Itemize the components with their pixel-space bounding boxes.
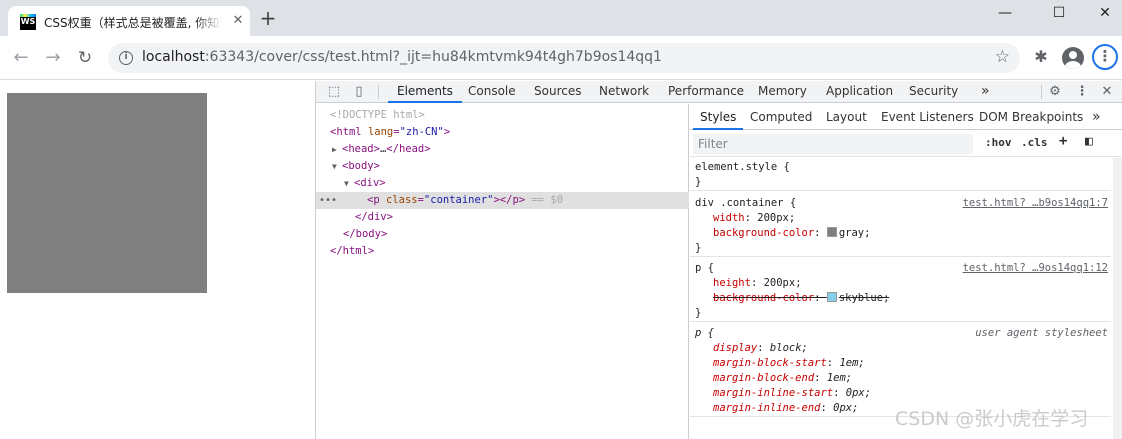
tab-console[interactable]: Console	[468, 81, 516, 103]
url-text[interactable]: localhost:63343/cover/css/test.html?_ijt…	[142, 49, 662, 65]
divider	[378, 85, 379, 99]
device-toolbar-icon[interactable]: ▯	[350, 83, 368, 101]
style-rule-p: p {test.html? …9os14qq1:12 height: 200px…	[690, 261, 1111, 322]
style-property[interactable]: background-color: gray;	[690, 226, 1111, 241]
expand-triangle-icon[interactable]: ▶	[332, 141, 342, 158]
style-rule-div-container: div .container {test.html? …b9os14qq1:7 …	[690, 196, 1111, 257]
tab-strip: WS CSS权重（样式总是被覆盖, 你知道吗） ✕ + — ☐ ✕	[0, 0, 1122, 36]
window-close-button[interactable]: ✕	[1082, 0, 1122, 28]
bookmark-star-icon[interactable]: ☆	[995, 47, 1010, 67]
browser-toolbar: ← → ↻ i localhost:63343/cover/css/test.h…	[0, 36, 1122, 80]
tab-memory[interactable]: Memory	[758, 81, 807, 103]
hover-state-toggle[interactable]: :hov	[985, 136, 1012, 149]
rule-selector[interactable]: p {test.html? …9os14qq1:12	[690, 261, 1111, 276]
style-property-overridden[interactable]: background-color: skyblue;	[690, 291, 1111, 306]
styles-pane: Styles Computed Layout Event Listeners D…	[690, 104, 1122, 439]
rule-selector[interactable]: div .container {test.html? …b9os14qq1:7	[690, 196, 1111, 211]
rule-selector[interactable]: element.style {	[690, 160, 1111, 175]
more-subtabs-chevron-icon[interactable]: »	[1092, 104, 1101, 130]
address-bar[interactable]: i localhost:63343/cover/css/test.html?_i…	[108, 43, 1020, 73]
collapse-triangle-icon[interactable]: ▼	[332, 158, 342, 175]
settings-gear-icon[interactable]: ⚙	[1046, 83, 1064, 101]
tab-network[interactable]: Network	[599, 81, 649, 103]
site-info-icon[interactable]: i	[119, 51, 133, 65]
extensions-puzzle-icon[interactable]: ✱	[1031, 47, 1051, 67]
profile-avatar[interactable]	[1062, 47, 1084, 69]
devtools-tab-bar: ⬚ ▯ Elements Console Sources Network Per…	[316, 81, 1122, 103]
styles-filter-row: :hov .cls + ◧	[690, 131, 1122, 157]
forward-button[interactable]: →	[41, 46, 65, 70]
dom-html-close[interactable]: </html>	[316, 243, 689, 260]
styles-scrollbar[interactable]	[1113, 158, 1122, 439]
inspect-element-icon[interactable]: ⬚	[325, 83, 343, 101]
divider	[1041, 85, 1042, 99]
element-style-rule: element.style { }	[690, 160, 1111, 191]
url-host: localhost	[142, 49, 205, 65]
rule-source-link[interactable]: test.html? …b9os14qq1:7	[963, 196, 1108, 211]
style-property[interactable]: width: 200px;	[690, 211, 1111, 226]
tab-elements[interactable]: Elements	[388, 81, 462, 103]
browser-tab[interactable]: WS CSS权重（样式总是被覆盖, 你知道吗） ✕	[8, 6, 250, 36]
container-paragraph-box	[7, 93, 207, 293]
tab-close-icon[interactable]: ✕	[230, 13, 246, 29]
devtools-close-icon[interactable]: ✕	[1098, 83, 1116, 101]
csdn-watermark: CSDN @张小虎在学习	[895, 408, 1089, 430]
row-actions-dots[interactable]: •••	[319, 192, 337, 209]
webstorm-favicon-icon: WS	[20, 14, 36, 30]
style-property[interactable]: margin-inline-start: 0px;	[690, 386, 1111, 401]
dom-p-container-selected[interactable]: ••• <p class="container"></p> == $0	[316, 192, 689, 209]
dom-doctype[interactable]: <!DOCTYPE html>	[316, 107, 689, 124]
url-path: :63343/cover/css/test.html?_ijt=hu84kmtv…	[204, 49, 662, 65]
subtab-layout[interactable]: Layout	[826, 104, 867, 130]
devtools-menu-icon[interactable]: ⋮	[1073, 83, 1091, 101]
subtab-computed[interactable]: Computed	[750, 104, 812, 130]
rule-selector[interactable]: p {user agent stylesheet	[690, 326, 1111, 341]
subtab-styles[interactable]: Styles	[693, 104, 744, 130]
devtools-panel: ⬚ ▯ Elements Console Sources Network Per…	[315, 81, 1122, 439]
style-property[interactable]: margin-block-start: 1em;	[690, 356, 1111, 371]
back-button[interactable]: ←	[9, 46, 33, 70]
browser-menu-button[interactable]: ⋮	[1092, 44, 1118, 70]
reload-button[interactable]: ↻	[73, 46, 97, 70]
styles-subtab-bar: Styles Computed Layout Event Listeners D…	[690, 104, 1122, 130]
style-property[interactable]: display: block;	[690, 341, 1111, 356]
rule-close: }	[695, 176, 702, 188]
color-swatch[interactable]	[826, 292, 837, 302]
page-viewport	[0, 81, 315, 439]
subtab-dom-breakpoints[interactable]: DOM Breakpoints	[979, 104, 1083, 130]
tab-security[interactable]: Security	[909, 81, 958, 103]
dom-html-open[interactable]: <html lang="zh-CN">	[316, 124, 689, 141]
user-agent-stylesheet-label: user agent stylesheet	[975, 327, 1108, 339]
elements-tree: <!DOCTYPE html> <html lang="zh-CN"> ▶ <he…	[316, 104, 689, 439]
dom-div-close[interactable]: </div>	[316, 209, 689, 226]
rule-source-link[interactable]: test.html? …9os14qq1:12	[963, 261, 1108, 276]
new-style-rule-button[interactable]: +	[1059, 133, 1067, 149]
rule-close: }	[695, 242, 702, 254]
style-property[interactable]: margin-block-end: 1em;	[690, 371, 1111, 386]
class-toggle[interactable]: .cls	[1021, 136, 1048, 149]
dom-body-close[interactable]: </body>	[316, 226, 689, 243]
rule-close: }	[695, 307, 702, 319]
dom-head-collapsed[interactable]: ▶ <head>…</head>	[316, 141, 689, 158]
subtab-event-listeners[interactable]: Event Listeners	[881, 104, 974, 130]
styles-filter-input[interactable]	[693, 134, 973, 154]
color-swatch[interactable]	[826, 227, 837, 237]
tab-title: CSS权重（样式总是被覆盖, 你知道吗）	[44, 16, 222, 30]
tab-application[interactable]: Application	[826, 81, 893, 103]
minimize-button[interactable]: —	[982, 0, 1028, 28]
tab-sources[interactable]: Sources	[534, 81, 581, 103]
tab-performance[interactable]: Performance	[668, 81, 744, 103]
new-tab-button[interactable]: +	[258, 8, 278, 28]
maximize-button[interactable]: ☐	[1036, 0, 1082, 28]
dom-body-open[interactable]: ▼ <body>	[316, 158, 689, 175]
toggle-sidebar-icon[interactable]: ◧	[1085, 134, 1093, 149]
style-property[interactable]: height: 200px;	[690, 276, 1111, 291]
dom-div-open[interactable]: ▼ <div>	[316, 175, 689, 192]
more-tabs-chevron-icon[interactable]: »	[981, 81, 990, 103]
collapse-triangle-icon[interactable]: ▼	[344, 175, 354, 192]
